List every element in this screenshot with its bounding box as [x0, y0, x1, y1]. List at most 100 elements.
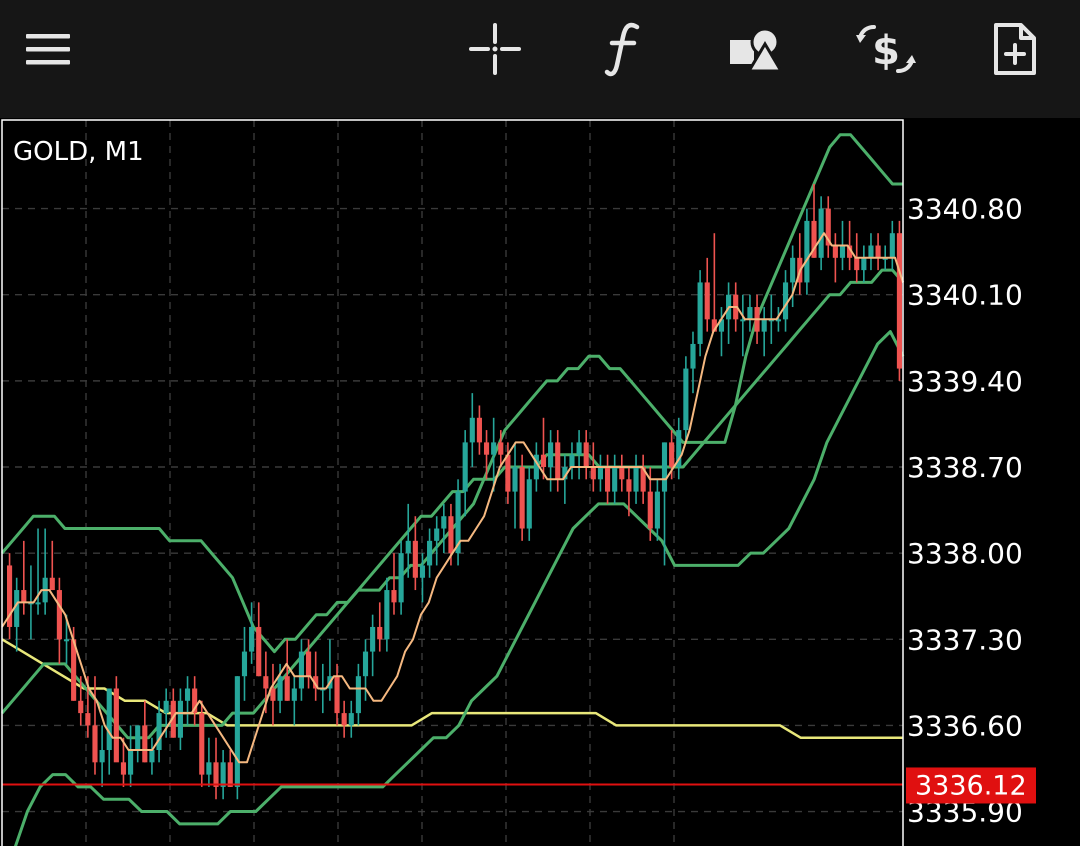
- candle-body: [576, 442, 582, 455]
- candle-body: [220, 762, 226, 787]
- candle-body: [512, 467, 518, 492]
- candle-body: [483, 442, 490, 455]
- candle-body: [704, 282, 710, 320]
- candle-body: [896, 233, 903, 369]
- candle-body: [626, 479, 632, 492]
- candle-body: [583, 442, 589, 468]
- candle-body: [839, 245, 846, 258]
- candle-body: [120, 762, 127, 775]
- candle-body: [434, 528, 440, 541]
- candle-body: [149, 750, 155, 763]
- candle-body: [491, 442, 497, 455]
- top-toolbar: $: [0, 0, 1080, 118]
- indicators-button[interactable]: [589, 14, 659, 84]
- candle-body: [163, 700, 169, 714]
- candle-body: [661, 442, 668, 492]
- candle-body: [505, 454, 511, 492]
- candle-body: [555, 442, 561, 480]
- chart-area[interactable]: 3340.80 3340.10 3339.40 3338.70 3338.00 3337.…: [0, 118, 1080, 846]
- candle-body: [804, 220, 810, 283]
- candle-body: [412, 540, 418, 578]
- crosshair-icon: [469, 23, 521, 75]
- candle-body: [113, 688, 119, 763]
- candle-body: [56, 590, 62, 640]
- candle-body: [206, 762, 212, 775]
- price-tick-label: 3336.60: [907, 709, 1023, 742]
- candle-body: [540, 454, 547, 468]
- candle-body: [498, 442, 504, 455]
- candle-body: [377, 626, 383, 640]
- candle-body: [391, 590, 397, 603]
- candle-body: [298, 651, 305, 689]
- candle-body: [241, 651, 248, 677]
- candle-body: [548, 442, 554, 468]
- ma-fast-layer: [1, 232, 904, 764]
- candle-body: [156, 713, 162, 751]
- objects-button[interactable]: [720, 14, 790, 84]
- candle-body: [697, 282, 703, 344]
- candle-body: [92, 725, 98, 763]
- candle-body: [476, 417, 482, 443]
- ma-slow-line: [1, 638, 903, 739]
- new-document-icon: [994, 23, 1036, 75]
- candle-body: [519, 467, 525, 529]
- candle-body: [597, 467, 604, 480]
- candle-body: [227, 762, 233, 787]
- candle-body: [362, 651, 369, 677]
- candle-body: [419, 565, 426, 578]
- candle-body: [277, 676, 283, 701]
- crosshair-button[interactable]: [460, 14, 530, 84]
- candle-body: [177, 700, 183, 738]
- candle-body: [427, 540, 433, 566]
- dollar-exchange-icon: $: [856, 25, 916, 74]
- function-icon: [604, 22, 640, 77]
- candle-body: [868, 245, 874, 258]
- candle-body: [249, 626, 255, 652]
- ma-fast-line: [1, 232, 904, 764]
- candle-body: [78, 700, 84, 714]
- candle-body: [854, 257, 860, 271]
- candle-body: [569, 454, 575, 468]
- new-order-button[interactable]: [980, 14, 1050, 84]
- candle-body: [305, 651, 312, 677]
- candle-body: [875, 245, 881, 258]
- price-tick-label: 3337.30: [907, 623, 1023, 656]
- ma-slow-layer: [1, 638, 903, 739]
- candle-body: [612, 467, 618, 492]
- candle-body: [334, 676, 340, 714]
- svg-text:$: $: [872, 28, 900, 74]
- candle-body: [348, 713, 354, 726]
- price-tick-label: 3339.40: [907, 365, 1023, 398]
- current-price-label: 3336.12: [915, 770, 1027, 801]
- candle-body: [861, 257, 867, 271]
- candle-body: [21, 590, 27, 603]
- candle-body: [263, 676, 269, 689]
- trade-button[interactable]: $: [851, 14, 921, 84]
- candle-body: [654, 491, 660, 529]
- menu-button[interactable]: [14, 14, 84, 84]
- candle-body: [462, 442, 468, 492]
- price-tick-label: 3340.80: [907, 193, 1023, 226]
- candle-body: [790, 257, 796, 283]
- candle-body: [469, 417, 475, 443]
- price-chart[interactable]: 3340.80 3340.10 3339.40 3338.70 3338.00 3337.…: [0, 118, 1080, 846]
- candle-body: [63, 639, 70, 642]
- candle-body: [669, 442, 675, 468]
- price-tick-label: 3340.10: [907, 279, 1023, 312]
- candle-body: [128, 750, 134, 775]
- candle-body: [341, 713, 347, 726]
- candle-body: [284, 676, 290, 701]
- candle-body: [590, 467, 596, 480]
- candle-body: [405, 540, 411, 554]
- bollinger-middle-line: [0, 268, 905, 740]
- bollinger-lower-line: [13, 330, 905, 846]
- candle-body: [184, 688, 191, 701]
- price-axis: 3340.80 3340.10 3339.40 3338.70 3338.00 3337.…: [907, 193, 1023, 829]
- candle-body: [106, 688, 112, 751]
- candle-body: [384, 590, 390, 640]
- candle-body: [647, 491, 653, 529]
- price-tick-label: 3338.70: [907, 451, 1023, 484]
- candle-body: [448, 516, 454, 554]
- candle-body: [142, 725, 148, 763]
- price-tick-label: 3338.00: [907, 537, 1023, 570]
